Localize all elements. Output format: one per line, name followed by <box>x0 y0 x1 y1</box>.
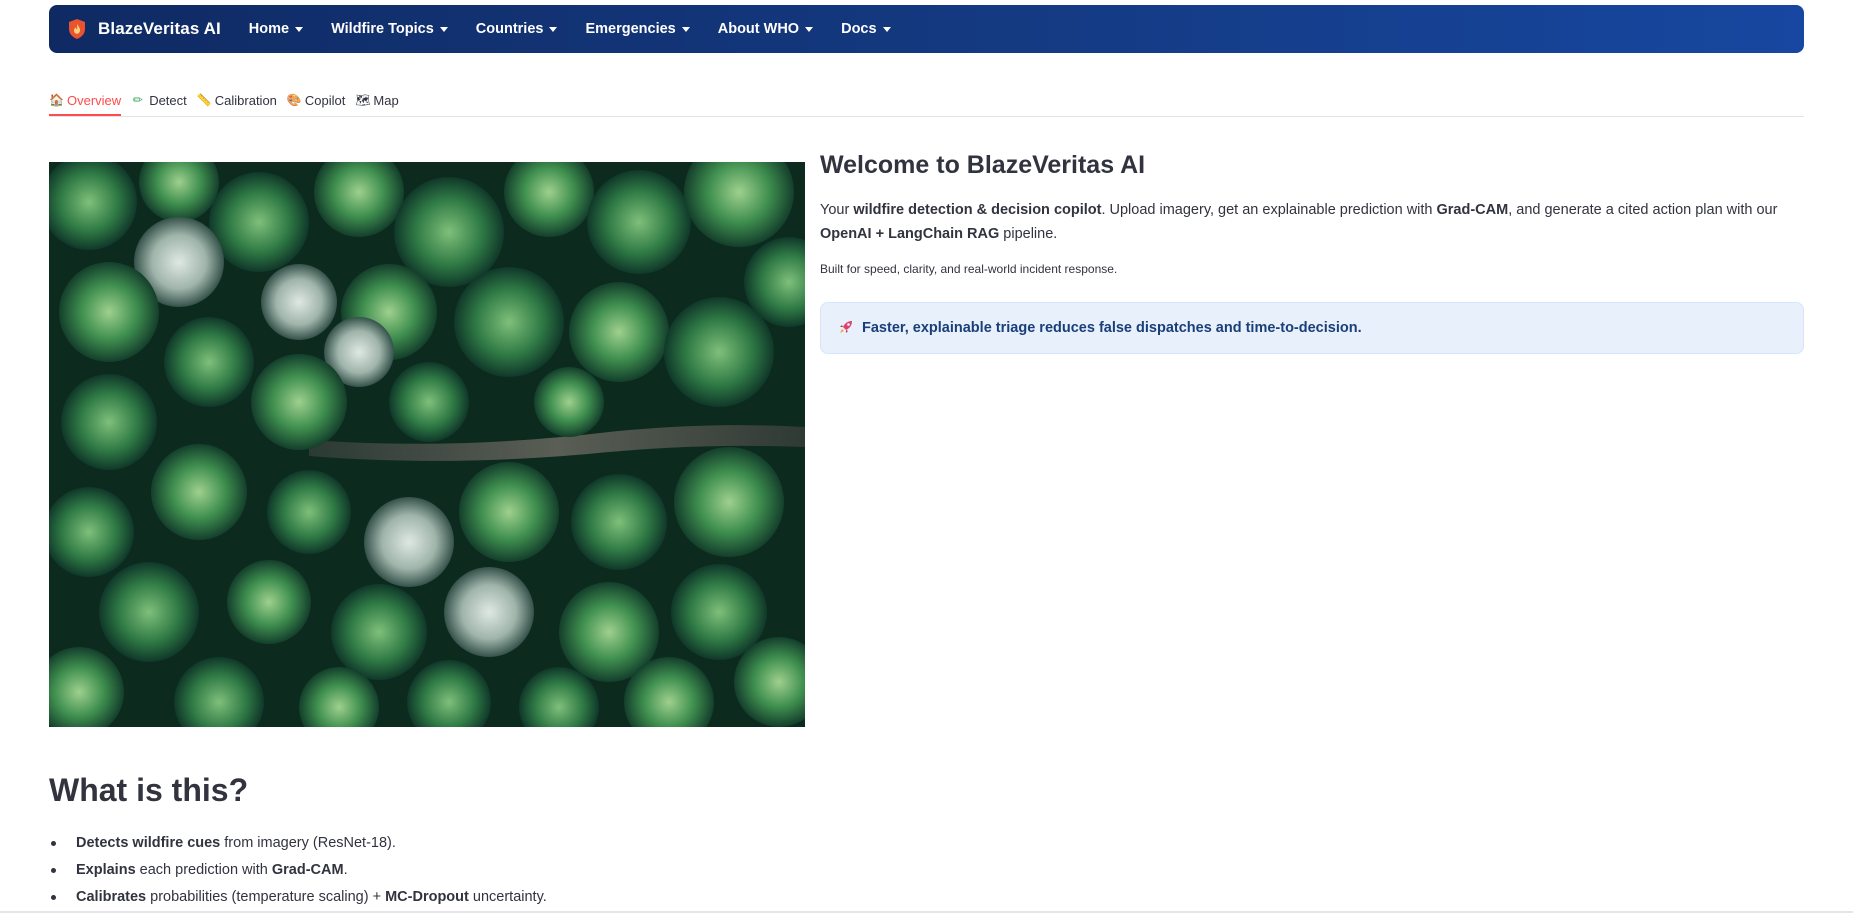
nav-countries[interactable]: Countries <box>476 21 558 37</box>
page: BlazeVeritas AI Home Wildfire Topics Cou… <box>0 0 1853 913</box>
tab-map-label: Map <box>373 92 399 108</box>
nav-about-who-label: About WHO <box>717 21 800 37</box>
tab-overview[interactable]: 🏠 Overview <box>49 84 122 116</box>
map-icon: 🗺 <box>355 93 371 107</box>
nav-wildfire-topics[interactable]: Wildfire Topics <box>331 21 448 37</box>
tab-detect-label: Detect <box>149 92 187 108</box>
list-item: Explains each prediction with Grad-CAM. <box>49 857 547 884</box>
list-item-text: probabilities (temperature scaling) + <box>146 889 386 905</box>
tab-detect[interactable]: ✏ Detect <box>131 84 187 114</box>
nav-wildfire-topics-label: Wildfire Topics <box>331 21 434 37</box>
tab-map[interactable]: 🗺 Map <box>355 84 398 114</box>
list-item-bold: Grad-CAM <box>271 862 344 878</box>
intro-bold: OpenAI + LangChain RAG <box>820 226 1000 242</box>
nav-about-who[interactable]: About WHO <box>717 21 814 37</box>
brand-name: BlazeVeritas AI <box>98 19 221 38</box>
list-item: Detects wildfire cues from imagery (ResN… <box>49 830 547 857</box>
hero-forest-image <box>49 162 805 727</box>
intro-bold: Grad-CAM <box>1436 202 1509 218</box>
chevron-down-icon <box>295 27 304 32</box>
list-item-bold: Calibrates <box>76 889 147 905</box>
nav-emergencies[interactable]: Emergencies <box>585 21 690 37</box>
intro-text: , and generate a cited action plan with … <box>1508 202 1778 218</box>
welcome-note: Built for speed, clarity, and real-world… <box>820 262 1118 276</box>
list-item-text: from imagery (ResNet-18). <box>220 835 396 851</box>
chevron-down-icon <box>681 27 690 32</box>
intro-bold: wildfire detection & decision copilot <box>853 202 1102 218</box>
welcome-title: Welcome to BlazeVeritas AI <box>820 151 1146 179</box>
palette-icon: 🎨 <box>286 93 302 107</box>
nav-home-label: Home <box>248 21 290 37</box>
list-item-bold: Detects wildfire cues <box>76 835 221 851</box>
welcome-panel: Welcome to BlazeVeritas AI Your wildfire… <box>820 150 1804 354</box>
nav-docs-label: Docs <box>841 21 877 37</box>
list-item: Calibrates probabilities (temperature sc… <box>49 884 547 911</box>
top-navbar: BlazeVeritas AI Home Wildfire Topics Cou… <box>49 5 1804 53</box>
tab-copilot[interactable]: 🎨 Copilot <box>287 84 345 114</box>
nav-countries-label: Countries <box>475 21 544 37</box>
chevron-down-icon <box>549 27 558 32</box>
intro-text: pipeline. <box>999 226 1058 242</box>
intro-text: . Upload imagery, get an explainable pre… <box>1101 202 1437 218</box>
section-title-what: What is this? <box>49 772 249 808</box>
list-item-bold: MC-Dropout <box>385 889 469 905</box>
rocket-icon <box>838 319 854 338</box>
chevron-down-icon <box>882 27 891 32</box>
nav-docs[interactable]: Docs <box>841 21 891 37</box>
callout-text: Faster, explainable triage reduces false… <box>862 320 1362 336</box>
tab-calibration-label: Calibration <box>214 92 277 108</box>
shield-flame-icon <box>69 19 85 39</box>
list-item-bold: Explains <box>76 862 136 878</box>
chevron-down-icon <box>439 27 448 32</box>
intro-text: Your <box>820 202 854 218</box>
tab-overview-label: Overview <box>67 92 122 108</box>
nav-emergencies-label: Emergencies <box>585 21 676 37</box>
pencil-icon: ✏ <box>132 93 143 107</box>
tab-calibration[interactable]: 📏 Calibration <box>197 84 277 114</box>
ruler-icon: 📏 <box>196 93 212 107</box>
nav-home[interactable]: Home <box>248 21 304 37</box>
brand[interactable]: BlazeVeritas AI <box>67 18 221 40</box>
chevron-down-icon <box>805 27 814 32</box>
house-icon: 🏠 <box>49 93 64 107</box>
tab-bar: 🏠 Overview ✏ Detect 📏 Calibration 🎨 Copi… <box>49 84 1804 117</box>
info-callout: Faster, explainable triage reduces false… <box>820 302 1804 354</box>
list-item-text: each prediction with <box>135 862 272 878</box>
forest-illustration <box>49 162 805 727</box>
feature-list: Detects wildfire cues from imagery (ResN… <box>49 830 547 911</box>
tab-copilot-label: Copilot <box>304 92 346 108</box>
welcome-intro: Your wildfire detection & decision copil… <box>820 198 1804 246</box>
list-item-text: uncertainty. <box>468 889 547 905</box>
list-item-text: . <box>343 862 348 878</box>
